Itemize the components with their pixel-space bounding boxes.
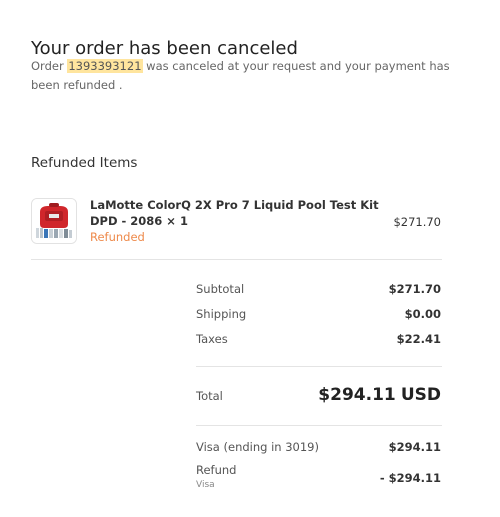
item-status: Refunded xyxy=(90,230,145,244)
total-divider xyxy=(196,425,442,426)
items-divider xyxy=(31,259,442,260)
shipping-value: $0.00 xyxy=(404,307,441,321)
refund-sublabel: Visa xyxy=(196,480,215,490)
total-currency: USD xyxy=(400,385,441,405)
total-label: Total xyxy=(196,389,223,403)
order-number: 1393393121 xyxy=(67,59,143,73)
total-value-group: $294.11 USD xyxy=(318,385,441,405)
message-prefix: Order xyxy=(31,59,64,73)
shipping-label: Shipping xyxy=(196,307,247,321)
summary-divider xyxy=(196,366,442,367)
total-value: $294.11 xyxy=(318,385,396,405)
pool-test-kit-icon xyxy=(32,199,76,243)
refund-value: - $294.11 xyxy=(379,471,441,485)
subtotal-value: $271.70 xyxy=(388,282,441,296)
cancellation-message: Order 1393393121 was canceled at your re… xyxy=(31,57,451,95)
refund-label: Refund xyxy=(196,463,237,477)
page-title: Your order has been canceled xyxy=(31,38,298,60)
item-name: LaMotte ColorQ 2X Pro 7 Liquid Pool Test… xyxy=(90,198,379,228)
payment-method-label: Visa (ending in 3019) xyxy=(196,440,319,454)
refunded-items-title: Refunded Items xyxy=(31,155,138,171)
item-price: $271.70 xyxy=(393,215,441,229)
subtotal-label: Subtotal xyxy=(196,282,245,296)
product-thumbnail xyxy=(31,198,77,244)
payment-method-value: $294.11 xyxy=(388,440,441,454)
taxes-value: $22.41 xyxy=(396,332,441,346)
taxes-label: Taxes xyxy=(196,332,228,346)
